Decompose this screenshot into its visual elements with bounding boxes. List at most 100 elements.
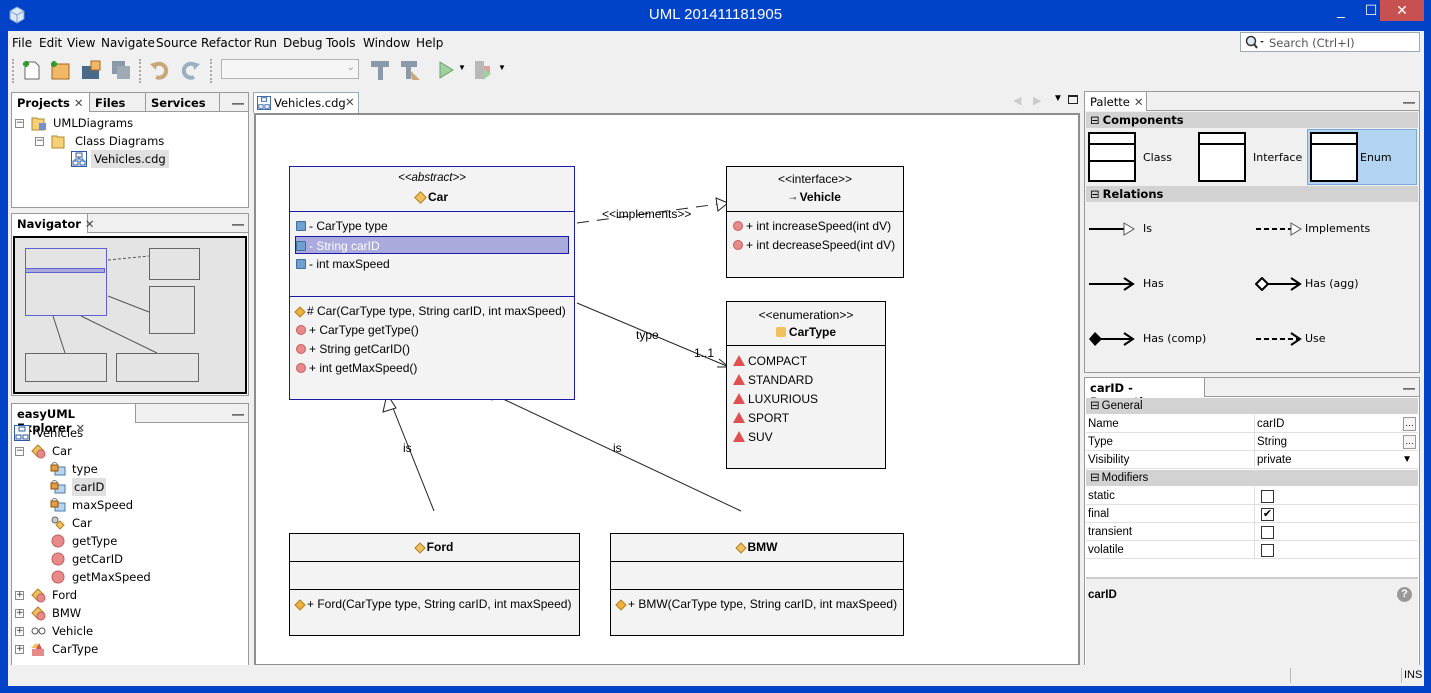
field-carid[interactable]: - String carID	[295, 236, 569, 254]
tab-projects[interactable]: Projects ✕	[12, 93, 90, 112]
palette-relation-implements[interactable]: Implements	[1255, 220, 1415, 238]
menu-tools[interactable]: Tools	[326, 36, 356, 50]
collapse-icon[interactable]: −	[15, 119, 24, 128]
minimize-panel-button[interactable]: —	[232, 217, 244, 231]
expand-icon[interactable]: +	[15, 627, 24, 636]
close-icon[interactable]: ✕	[1134, 95, 1144, 109]
close-icon[interactable]: ✕	[74, 96, 84, 110]
class-car[interactable]: <<abstract>> Car - CarType type - String…	[289, 166, 575, 400]
minimize-button[interactable]: _	[1326, 0, 1356, 21]
literal-suv[interactable]: SUV	[733, 428, 773, 446]
edit-button[interactable]: …	[1403, 435, 1416, 449]
help-icon[interactable]: ?	[1397, 587, 1412, 602]
modifiers-section-header[interactable]: ⊟ Modifiers	[1086, 470, 1418, 486]
transient-checkbox[interactable]	[1261, 526, 1274, 539]
class-ford[interactable]: Ford + Ford(CarType type, String carID, …	[289, 533, 580, 636]
menu-window[interactable]: Window	[363, 36, 410, 50]
menu-help[interactable]: Help	[416, 36, 443, 50]
menu-refactor[interactable]: Refactor	[201, 36, 251, 50]
method-increasespeed[interactable]: + int increaseSpeed(int dV)	[733, 217, 891, 235]
literal-compact[interactable]: COMPACT	[733, 352, 807, 370]
palette-item-interface[interactable]: Interface	[1196, 130, 1306, 186]
menu-navigate[interactable]: Navigate	[101, 36, 155, 50]
build-icon[interactable]	[368, 58, 392, 82]
save-all-icon[interactable]	[109, 58, 133, 82]
open-project-icon[interactable]	[79, 58, 103, 82]
tab-easyuml-explorer[interactable]: easyUML Explorer ✕	[12, 404, 136, 435]
volatile-checkbox[interactable]	[1261, 544, 1274, 557]
clean-build-icon[interactable]	[398, 58, 422, 82]
tab-files[interactable]: Files	[90, 93, 146, 112]
class-bmw[interactable]: BMW + BMW(CarType type, String carID, in…	[610, 533, 904, 636]
method-decreasespeed[interactable]: + int decreaseSpeed(int dV)	[733, 236, 895, 254]
method-getcarid[interactable]: + String getCarID()	[296, 340, 410, 358]
constructor-ford[interactable]: + Ford(CarType type, String carID, int m…	[294, 595, 571, 613]
search-input[interactable]: Search (Ctrl+I)	[1240, 32, 1420, 52]
field-maxspeed[interactable]: - int maxSpeed	[296, 255, 390, 273]
new-project-icon[interactable]	[48, 58, 72, 82]
components-section-header[interactable]: ⊟ Components	[1086, 112, 1418, 128]
close-button[interactable]: ✕	[1380, 0, 1424, 21]
profile-dropdown-icon[interactable]: ▼	[498, 63, 506, 72]
constructor-bmw[interactable]: + BMW(CarType type, String carID, int ma…	[615, 595, 897, 613]
final-checkbox[interactable]: ✔	[1261, 508, 1274, 521]
palette-item-class[interactable]: Class	[1086, 130, 1194, 186]
literal-luxurious[interactable]: LUXURIOUS	[733, 390, 818, 408]
maximize-editor-icon[interactable]	[1068, 95, 1078, 104]
relations-section-header[interactable]: ⊟ Relations	[1086, 186, 1418, 202]
palette-relation-use[interactable]: Use	[1255, 330, 1415, 348]
minimize-panel-button[interactable]: —	[232, 96, 244, 110]
new-file-icon[interactable]	[20, 58, 44, 82]
tab-vehicles-cdg[interactable]: Vehicles.cdg ✕	[253, 92, 359, 113]
tab-services[interactable]: Services	[146, 93, 220, 112]
minimize-panel-button[interactable]: —	[1403, 95, 1415, 109]
menu-edit[interactable]: Edit	[39, 36, 62, 50]
palette-relation-has[interactable]: Has	[1088, 275, 1248, 293]
palette-relation-is[interactable]: Is	[1088, 220, 1248, 238]
run-dropdown-icon[interactable]: ▼	[458, 63, 466, 72]
expand-icon[interactable]: +	[15, 591, 24, 600]
scroll-left-icon[interactable]: ◀	[1013, 94, 1021, 107]
run-icon[interactable]	[434, 58, 458, 82]
configuration-select[interactable]: ⌄	[221, 59, 359, 79]
method-gettype[interactable]: + CarType getType()	[296, 321, 419, 339]
literal-sport[interactable]: SPORT	[733, 409, 789, 427]
palette-relation-has-agg[interactable]: Has (agg)	[1255, 275, 1415, 293]
property-name[interactable]: Name carID…	[1086, 415, 1418, 433]
tab-properties[interactable]: carID - Properties✕	[1085, 378, 1205, 409]
visibility-select[interactable]: private	[1254, 451, 1418, 469]
minimize-panel-button[interactable]: —	[1403, 381, 1415, 395]
profile-icon[interactable]	[471, 58, 495, 82]
menu-source[interactable]: Source	[156, 36, 197, 50]
enum-cartype[interactable]: <<enumeration>> CarType COMPACT STANDARD…	[726, 301, 886, 469]
collapse-icon[interactable]: −	[35, 137, 44, 146]
menu-debug[interactable]: Debug	[283, 36, 322, 50]
palette-item-enum[interactable]: Enum	[1307, 129, 1417, 185]
expand-icon[interactable]: +	[15, 609, 24, 618]
property-visibility[interactable]: Visibility private ▼	[1086, 451, 1418, 469]
property-value[interactable]: carID	[1254, 415, 1418, 433]
static-checkbox[interactable]	[1261, 490, 1274, 503]
field-type[interactable]: - CarType type	[296, 217, 388, 235]
close-icon[interactable]: ✕	[345, 95, 355, 109]
edit-button[interactable]: …	[1403, 417, 1416, 431]
navigator-overview[interactable]	[13, 236, 247, 394]
menu-run[interactable]: Run	[254, 36, 277, 50]
scroll-right-icon[interactable]: ▶	[1033, 94, 1041, 107]
documents-dropdown-icon[interactable]: ▼	[1053, 93, 1063, 104]
property-value[interactable]: String	[1254, 433, 1418, 451]
tab-palette[interactable]: Palette ✕	[1085, 92, 1147, 111]
general-section-header[interactable]: ⊟ General	[1086, 398, 1418, 414]
collapse-icon[interactable]: −	[15, 447, 24, 456]
property-type[interactable]: Type String…	[1086, 433, 1418, 451]
close-icon[interactable]: ✕	[85, 217, 95, 231]
literal-standard[interactable]: STANDARD	[733, 371, 813, 389]
expand-icon[interactable]: +	[15, 645, 24, 654]
interface-vehicle[interactable]: <<interface>> ⊸ Vehicle + int increaseSpe…	[726, 166, 904, 278]
minimize-panel-button[interactable]: —	[232, 407, 244, 421]
palette-relation-has-comp[interactable]: Has (comp)	[1088, 330, 1248, 348]
undo-icon[interactable]	[148, 58, 172, 82]
chevron-down-icon[interactable]: ▼	[1402, 451, 1412, 469]
redo-icon[interactable]	[178, 58, 202, 82]
diagram-canvas[interactable]: <<implements>> type 1..1 is is <<abstrac…	[254, 113, 1080, 666]
